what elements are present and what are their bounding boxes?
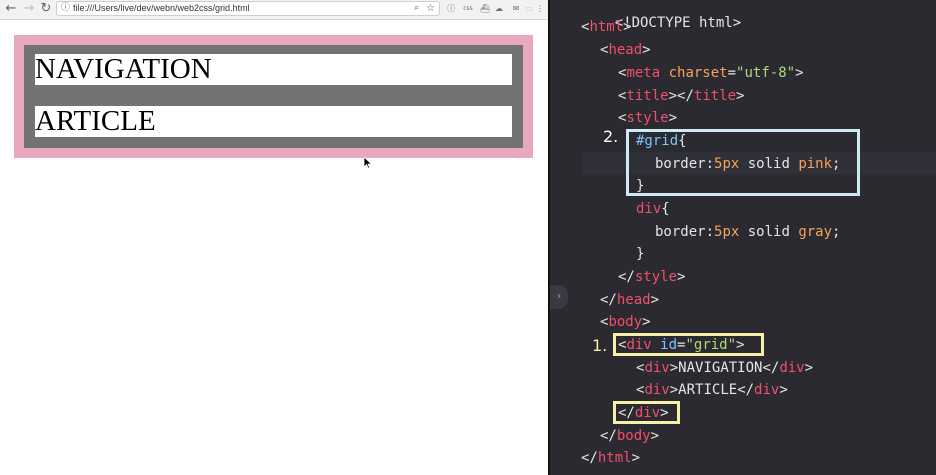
code-line-div-close: } <box>636 246 645 262</box>
browser-toolbar: ← → ↻ ⓘ file:///Users/live/dev/webn/web2… <box>0 0 548 20</box>
code-line-article-div: <div>ARTICLE</div> <box>636 382 788 398</box>
zoom-icon[interactable]: ⌕ <box>414 2 419 15</box>
code-line-div-selector: div{ <box>636 201 670 217</box>
page-info-icon[interactable]: ⓘ <box>61 2 70 15</box>
mouse-cursor-icon <box>364 157 372 169</box>
chevron-right-icon[interactable]: › <box>550 285 568 309</box>
code-line-meta: <meta charset="utf-8"> <box>618 65 804 81</box>
code-editor[interactable]: › <!DOCTYPE html> <html> <head> <meta ch… <box>548 0 936 475</box>
address-bar[interactable]: ⓘ file:///Users/live/dev/webn/web2css/gr… <box>56 1 440 16</box>
docker-extension-icon[interactable]: ⛴ <box>479 3 491 15</box>
forward-arrow-icon[interactable]: → <box>21 1 37 17</box>
browser-menu-icon[interactable]: ⋮ <box>535 3 545 15</box>
code-line-html-close: </html> <box>581 450 641 466</box>
back-arrow-icon[interactable]: ← <box>3 1 19 17</box>
callout-grid-rule <box>626 129 860 196</box>
reader-extension-icon[interactable]: ▭ <box>525 3 533 15</box>
code-line-head-close: </head> <box>600 292 660 308</box>
css-extension-icon[interactable]: css <box>460 3 476 15</box>
code-line-style-close: </style> <box>618 269 686 285</box>
reload-icon[interactable]: ↻ <box>38 1 54 17</box>
code-line-body-close: </body> <box>600 428 660 444</box>
code-line-navigation-div: <div>NAVIGATION</div> <box>636 360 814 376</box>
callout-grid-div-open <box>613 333 764 356</box>
callout-grid-div-close <box>613 401 680 424</box>
code-line-body-open: <body> <box>600 314 651 330</box>
navigation-box: NAVIGATION <box>34 53 513 86</box>
browser-window: ← → ↻ ⓘ file:///Users/live/dev/webn/web2… <box>0 0 548 475</box>
info-extension-icon[interactable]: ⓘ <box>445 3 457 15</box>
code-line-style-open: <style> <box>618 110 678 126</box>
bookmark-star-icon[interactable]: ☆ <box>426 2 435 15</box>
code-line-head-open: <head> <box>600 42 651 58</box>
article-box: ARTICLE <box>34 105 513 138</box>
code-line-div-border: border:5px solid gray; <box>655 224 841 240</box>
code-line-html-open: <html> <box>581 19 632 35</box>
callout-step-2-label: 2. <box>603 127 619 146</box>
callout-step-1-label: 1. <box>592 336 608 355</box>
address-url[interactable]: file:///Users/live/dev/webn/web2css/grid… <box>73 2 250 15</box>
grid-container: NAVIGATION ARTICLE <box>14 35 533 158</box>
code-line-title: <title></title> <box>618 88 745 104</box>
